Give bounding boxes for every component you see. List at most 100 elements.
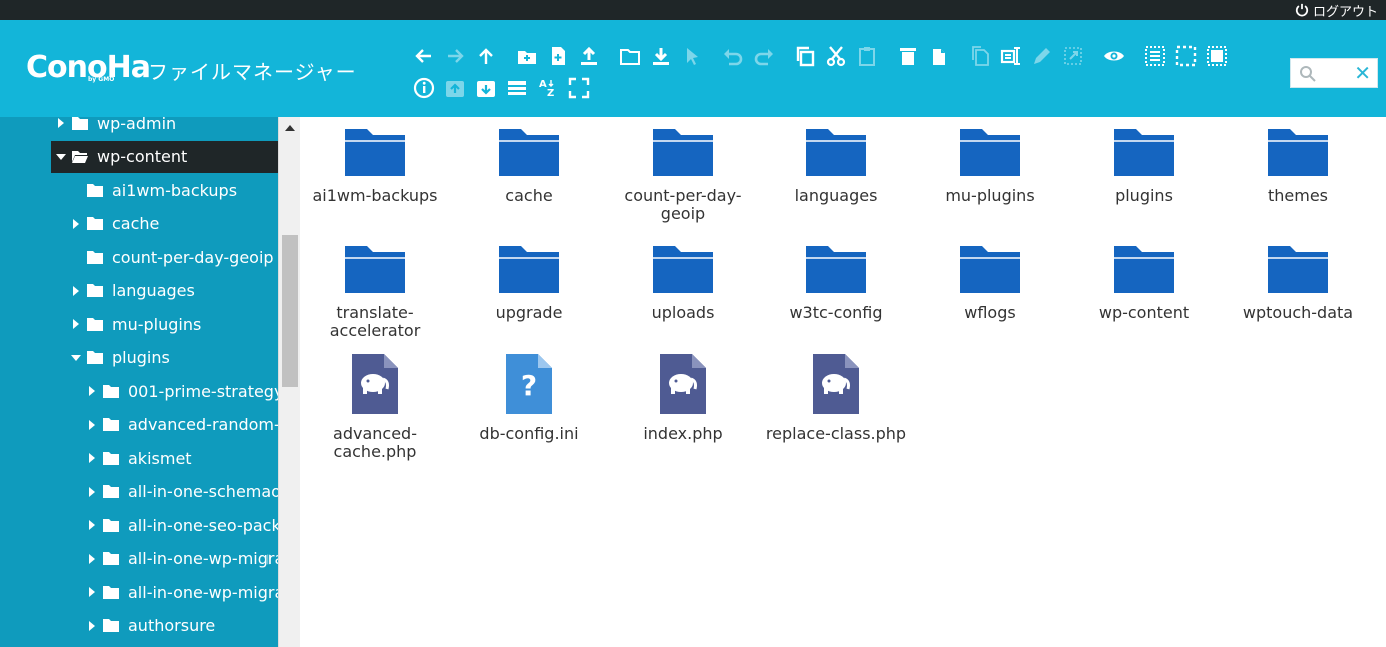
delete-button[interactable] [894,42,922,70]
tree-item[interactable]: advanced-random-p [86,409,278,441]
select-invert-button[interactable] [1203,42,1231,70]
search-input[interactable] [1319,63,1349,83]
folder-item[interactable]: ai1wm-backups [300,127,450,205]
sort-button[interactable]: AZ [534,74,562,102]
empty-button[interactable] [925,42,953,70]
file-item[interactable]: advanced-cache.php [300,353,450,461]
tree-item-label: all-in-one-wp-migrat [128,582,278,602]
tree-item[interactable]: all-in-one-seo-pack [86,509,278,541]
resize-button[interactable] [1059,42,1087,70]
logout-button[interactable]: ログアウト [1295,0,1378,20]
undo-button[interactable] [719,42,747,70]
folder-item[interactable]: count-per-day-geoip [608,127,758,223]
select-none-icon [1175,45,1197,67]
file-grid: ai1wm-backups cache count-per-day-geoip lan… [300,117,1386,647]
expand-arrow-icon[interactable] [70,218,82,230]
expand-arrow-icon[interactable] [86,385,98,397]
select-all-button[interactable] [1141,42,1169,70]
new-folder-button[interactable] [513,42,541,70]
tree-item[interactable]: wp-admin [55,117,176,139]
folder-item[interactable]: translate-accelerator [300,244,450,340]
svg-text:?: ? [521,369,537,402]
download-button[interactable] [647,42,675,70]
expand-arrow-icon[interactable] [86,553,98,565]
folder-tree: ‖ wp-admin wp-content ai1wm-backups cache co… [0,117,278,647]
scroll-thumb[interactable] [282,235,298,387]
file-name: wflogs [964,303,1016,322]
file-item[interactable]: ? db-config.ini [454,353,604,443]
folder-icon [87,217,103,230]
expand-arrow-icon[interactable] [86,419,98,431]
copy-button[interactable] [791,42,819,70]
list-view-button[interactable] [503,74,531,102]
fullscreen-button[interactable] [565,74,593,102]
search-clear-icon[interactable]: ✕ [1354,61,1371,85]
folder-icon [1114,246,1174,293]
back-button[interactable] [410,42,438,70]
tree-item[interactable]: all-in-one-schemaor [86,476,278,508]
tree-item[interactable]: ai1wm-backups [70,174,237,206]
expand-arrow-icon[interactable] [70,285,82,297]
folder-item[interactable]: mu-plugins [915,127,1065,205]
tree-item[interactable]: 001-prime-strategy-t [86,375,278,407]
tree-item-label: ai1wm-backups [112,180,238,200]
expand-arrow-icon[interactable] [86,486,98,498]
file-item[interactable]: replace-class.php [761,353,911,443]
open-button[interactable] [616,42,644,70]
folder-item[interactable]: upgrade [454,244,604,322]
info-icon [413,77,435,99]
folder-item[interactable]: themes [1223,127,1373,205]
folder-item[interactable]: plugins [1069,127,1219,205]
select-none-button[interactable] [1172,42,1200,70]
info-button[interactable] [410,74,438,102]
folder-item[interactable]: wptouch-data [1223,244,1373,322]
expand-arrow-icon[interactable] [86,586,98,598]
collapse-arrow-icon[interactable] [70,352,82,364]
upload-button[interactable] [575,42,603,70]
tree-item[interactable]: plugins [70,342,170,374]
tree-item[interactable]: all-in-one-wp-migrat [86,543,278,575]
folder-item[interactable]: languages [761,127,911,205]
folder-item[interactable]: w3tc-config [761,244,911,322]
extract-button[interactable] [441,74,469,102]
tree-item[interactable]: wp-content [51,140,278,173]
duplicate-button[interactable] [966,42,994,70]
edit-button[interactable] [1028,42,1056,70]
sidebar-scrollbar[interactable] [278,117,300,647]
expand-arrow-icon[interactable] [70,318,82,330]
tree-item-label: wp-content [97,147,188,166]
tree-item[interactable]: mu-plugins [70,308,201,340]
tree-item[interactable]: languages [70,275,195,307]
search-box[interactable]: ✕ [1290,58,1378,88]
scroll-up-arrow-icon[interactable] [285,125,295,131]
archive-button[interactable] [472,74,500,102]
new-file-button[interactable] [544,42,572,70]
folder-item[interactable]: cache [454,127,604,205]
select-all-icon [1145,46,1165,66]
tree-item[interactable]: all-in-one-wp-migrat [86,576,278,608]
tree-item[interactable]: authorsure [86,610,215,642]
folder-item[interactable]: uploads [608,244,758,322]
tree-item[interactable]: akismet [86,442,192,474]
tree-item[interactable]: cache [70,208,159,240]
collapse-arrow-icon[interactable] [55,151,67,163]
cut-button[interactable] [822,42,850,70]
tree-item[interactable]: count-per-day-geoip [70,241,274,273]
paste-button[interactable] [853,42,881,70]
expand-arrow-icon[interactable] [55,117,67,129]
forward-button[interactable] [441,42,469,70]
expand-arrow-icon[interactable] [86,452,98,464]
folder-icon [103,384,119,398]
folder-item[interactable]: wflogs [915,244,1065,322]
preview-button[interactable] [1100,42,1128,70]
download-icon [653,48,669,65]
select-button[interactable] [678,42,706,70]
expand-arrow-icon[interactable] [86,519,98,531]
expand-arrow-icon[interactable] [86,620,98,632]
redo-button[interactable] [750,42,778,70]
file-item[interactable]: index.php [608,353,758,443]
folder-item[interactable]: wp-content [1069,244,1219,322]
rename-button[interactable] [997,42,1025,70]
up-button[interactable] [472,42,500,70]
